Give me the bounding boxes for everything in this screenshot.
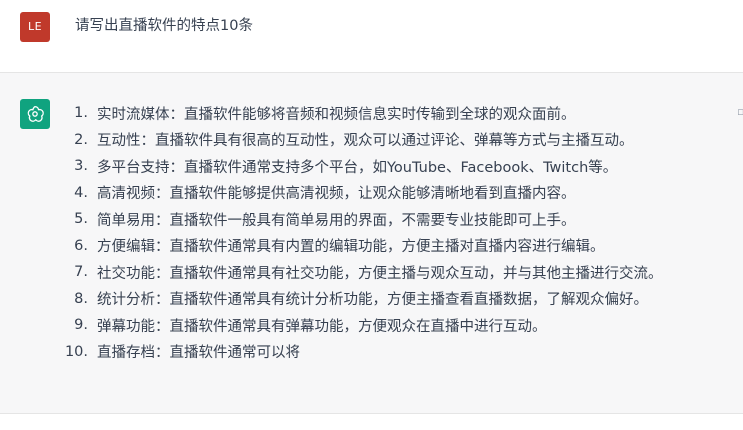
list-text: 实时流媒体：直播软件能够将音频和视频信息实时传输到全球的观众面前。 — [97, 106, 576, 123]
list-number: 3. — [74, 158, 88, 175]
list-text: 直播存档：直播软件通常可以将 — [97, 345, 300, 362]
list-number: 4. — [74, 184, 88, 201]
list-text: 社交功能：直播软件通常具有社交功能，方便主播与观众互动，并与其他主播进行交流。 — [97, 265, 663, 282]
list-number: 6. — [74, 237, 88, 254]
list-item: 2. 互动性：直播软件具有很高的互动性，观众可以通过评论、弹幕等方式与主播互动。 — [58, 127, 663, 154]
list-text: 多平台支持：直播软件通常支持多个平台，如YouTube、Facebook、Twi… — [97, 159, 618, 176]
copy-icon[interactable]: ▫ — [737, 106, 743, 117]
list-item: 6. 方便编辑：直播软件通常具有内置的编辑功能，方便主播对直播内容进行编辑。 — [58, 233, 663, 260]
answer-list: 1. 实时流媒体：直播软件能够将音频和视频信息实时传输到全球的观众面前。 2. 互动… — [58, 100, 663, 365]
list-number: 7. — [74, 264, 88, 281]
assistant-avatar — [20, 99, 50, 129]
openai-logo-icon — [27, 106, 44, 122]
list-text: 简单易用：直播软件一般具有简单易用的界面，不需要专业技能即可上手。 — [97, 212, 576, 229]
list-number: 5. — [74, 211, 88, 228]
user-prompt-text: 请写出直播软件的特点10条 — [75, 18, 253, 34]
list-number: 8. — [74, 290, 88, 307]
list-text: 互动性：直播软件具有很高的互动性，观众可以通过评论、弹幕等方式与主播互动。 — [97, 133, 634, 150]
list-item: 3. 多平台支持：直播软件通常支持多个平台，如YouTube、Facebook、T… — [58, 153, 663, 180]
list-item: 10. 直播存档：直播软件通常可以将 — [58, 339, 663, 366]
assistant-message-row: 1. 实时流媒体：直播软件能够将音频和视频信息实时传输到全球的观众面前。 2. 互动… — [0, 72, 743, 414]
list-item: 7. 社交功能：直播软件通常具有社交功能，方便主播与观众互动，并与其他主播进行交流… — [58, 259, 663, 286]
list-number: 10. — [64, 343, 88, 360]
list-item: 8. 统计分析：直播软件通常具有统计分析功能，方便主播查看直播数据，了解观众偏好。 — [58, 286, 663, 313]
list-text: 弹幕功能：直播软件通常具有弹幕功能，方便观众在直播中进行互动。 — [97, 318, 547, 335]
list-text: 方便编辑：直播软件通常具有内置的编辑功能，方便主播对直播内容进行编辑。 — [97, 239, 605, 256]
list-text: 高清视频：直播软件能够提供高清视频，让观众能够清晰地看到直播内容。 — [97, 186, 576, 203]
list-number: 2. — [74, 131, 88, 148]
list-item: 5. 简单易用：直播软件一般具有简单易用的界面，不需要专业技能即可上手。 — [58, 206, 663, 233]
user-avatar: LE — [20, 12, 50, 42]
list-text: 统计分析：直播软件通常具有统计分析功能，方便主播查看直播数据，了解观众偏好。 — [97, 292, 648, 309]
list-item: 9. 弹幕功能：直播软件通常具有弹幕功能，方便观众在直播中进行互动。 — [58, 312, 663, 339]
list-number: 1. — [74, 105, 88, 122]
list-number: 9. — [74, 317, 88, 334]
list-item: 4. 高清视频：直播软件能够提供高清视频，让观众能够清晰地看到直播内容。 — [58, 180, 663, 207]
page-bottom — [0, 414, 743, 430]
list-item: 1. 实时流媒体：直播软件能够将音频和视频信息实时传输到全球的观众面前。 — [58, 100, 663, 127]
user-message-row: LE 请写出直播软件的特点10条 — [0, 0, 743, 72]
